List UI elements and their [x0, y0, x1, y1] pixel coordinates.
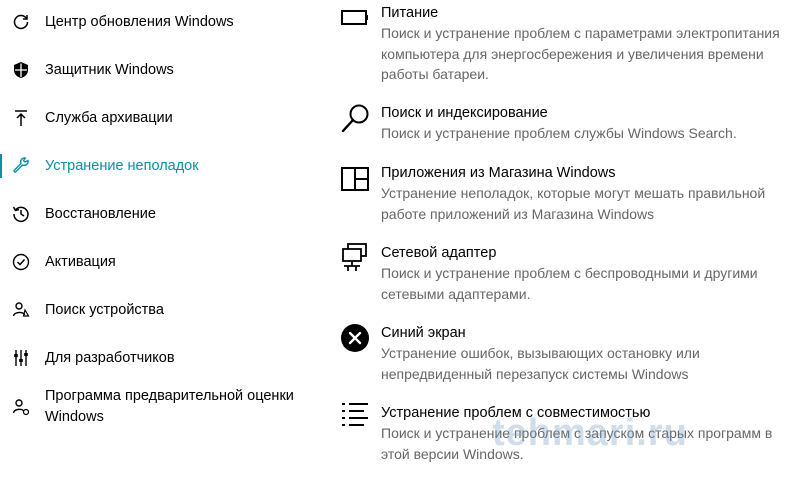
- sidebar-item-insider[interactable]: Программа предварительной оценки Windows: [0, 386, 320, 432]
- troubleshooter-store-apps[interactable]: Приложения из Магазина Windows Устранени…: [330, 163, 780, 225]
- settings-page: Центр обновления Windows Защитник Window…: [0, 0, 789, 482]
- troubleshooter-description: Устранение неполадок, которые могут меша…: [381, 185, 766, 222]
- sidebar-item-label: Центр обновления Windows: [45, 14, 234, 30]
- compatibility-list-icon: [340, 401, 370, 431]
- sidebar-item-label: Служба архивации: [45, 110, 173, 126]
- troubleshooter-title: Синий экран: [381, 325, 466, 341]
- troubleshooter-network-adapter[interactable]: Сетевой адаптер Поиск и устранение пробл…: [330, 243, 780, 305]
- check-circle-icon: [12, 253, 30, 271]
- sidebar-nav: Центр обновления Windows Защитник Window…: [0, 0, 320, 482]
- upload-arrow-icon: [12, 109, 30, 127]
- troubleshooter-title: Питание: [381, 5, 439, 21]
- sidebar-item-developers[interactable]: Для разработчиков: [0, 338, 320, 378]
- sidebar-item-troubleshoot[interactable]: Устранение неполадок: [0, 146, 320, 186]
- troubleshooter-description: Поиск и устранение проблем с беспроводны…: [381, 265, 758, 302]
- insider-person-icon: [12, 398, 30, 416]
- sidebar-item-find-device[interactable]: Поиск устройства: [0, 290, 320, 330]
- sidebar-item-label: Восстановление: [45, 206, 156, 222]
- blue-screen-x-icon: [340, 323, 370, 353]
- sidebar-item-label: Программа предварительной оценки Windows: [45, 388, 294, 425]
- history-icon: [12, 205, 30, 223]
- troubleshooter-description: Устранение ошибок, вызывающих остановку …: [381, 345, 700, 382]
- network-adapter-icon: [340, 243, 370, 273]
- wrench-icon: [12, 157, 30, 175]
- troubleshooter-title: Поиск и индексирование: [381, 105, 548, 121]
- troubleshooter-description: Поиск и устранение проблем службы Window…: [381, 125, 737, 141]
- sidebar-item-windows-update[interactable]: Центр обновления Windows: [0, 2, 320, 42]
- sidebar-item-label: Устранение неполадок: [45, 158, 199, 174]
- sidebar-item-label: Поиск устройства: [45, 302, 164, 318]
- battery-icon: [340, 3, 370, 33]
- troubleshooter-description: Поиск и устранение проблем с параметрами…: [381, 25, 780, 82]
- troubleshooter-title: Сетевой адаптер: [381, 245, 497, 261]
- troubleshooter-title: Приложения из Магазина Windows: [381, 165, 616, 181]
- sidebar-item-recovery[interactable]: Восстановление: [0, 194, 320, 234]
- sidebar-item-label: Защитник Windows: [45, 62, 174, 78]
- sidebar-item-activation[interactable]: Активация: [0, 242, 320, 282]
- sidebar-item-windows-defender[interactable]: Защитник Windows: [0, 50, 320, 90]
- sidebar-item-label: Для разработчиков: [45, 350, 175, 366]
- troubleshooter-power[interactable]: Питание Поиск и устранение проблем с пар…: [330, 3, 780, 83]
- sidebar-item-backup[interactable]: Служба архивации: [0, 98, 320, 138]
- troubleshooter-blue-screen[interactable]: Синий экран Устранение ошибок, вызывающи…: [330, 323, 780, 385]
- person-location-icon: [12, 301, 30, 319]
- developer-tools-icon: [12, 349, 30, 367]
- active-indicator: [0, 154, 2, 178]
- watermark: tehmari.ru: [492, 412, 688, 454]
- sidebar-item-label: Активация: [45, 254, 116, 270]
- troubleshooter-search-indexing[interactable]: Поиск и индексирование Поиск и устранени…: [330, 103, 780, 145]
- store-app-icon: [340, 165, 370, 195]
- search-icon: [340, 103, 370, 133]
- refresh-icon: [12, 13, 30, 31]
- shield-icon: [12, 61, 30, 79]
- troubleshooter-list: Питание Поиск и устранение проблем с пар…: [330, 0, 789, 482]
